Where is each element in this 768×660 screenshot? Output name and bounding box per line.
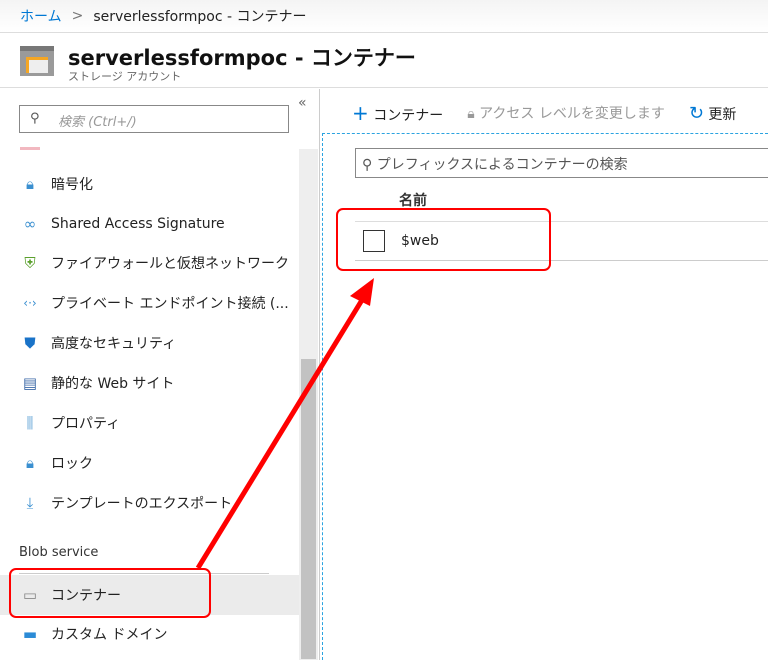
annotation-arrow: [195, 298, 365, 570]
arrow-head: [350, 278, 374, 306]
highlight-box-containers: [9, 568, 211, 618]
highlight-box-web: [336, 208, 551, 271]
annotation-overlay: [9, 208, 551, 618]
